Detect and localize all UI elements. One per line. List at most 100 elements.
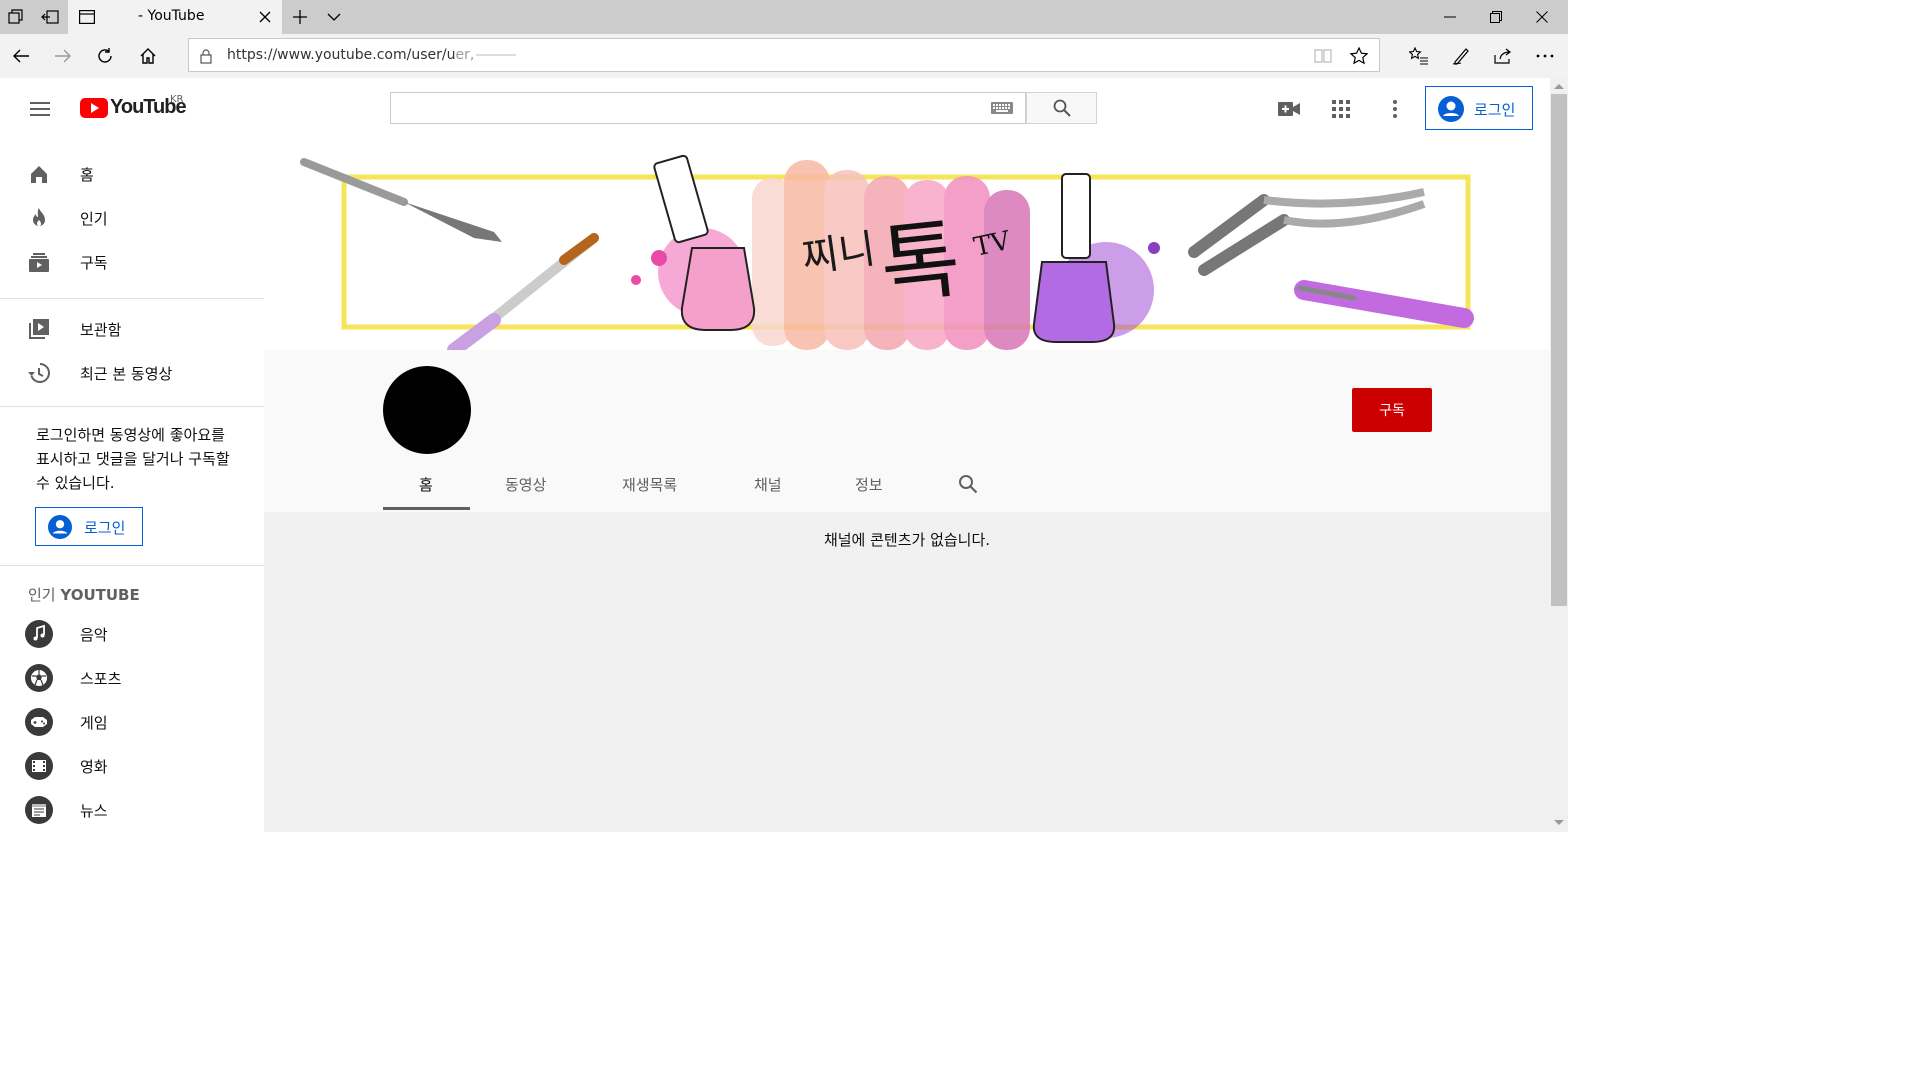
sidebar-item-library[interactable]: 보관함	[0, 307, 264, 351]
movies-icon	[25, 752, 53, 780]
favorites-list-icon[interactable]	[1408, 45, 1430, 67]
search-icon	[1053, 99, 1071, 117]
sidebar-item-subscriptions[interactable]: 구독	[0, 240, 264, 284]
popular-section-brand: YOUTUBE	[60, 586, 140, 604]
tab-videos[interactable]: 동영상	[490, 458, 586, 510]
sports-icon	[25, 664, 53, 692]
tab-home-label: 홈	[419, 476, 433, 494]
account-circle-icon	[1438, 96, 1464, 122]
music-icon	[25, 620, 53, 648]
tab-title: - YouTube	[138, 8, 205, 24]
search-button[interactable]	[1026, 92, 1097, 124]
address-field[interactable]: https://www.youtube.com/user/uer,	[188, 38, 1380, 72]
popular-section-prefix: 인기	[28, 586, 61, 604]
sidebar-item-music[interactable]: 음악	[0, 612, 264, 656]
banner-title-part-b: 톡	[876, 209, 965, 317]
more-ellipsis-icon[interactable]	[1534, 45, 1556, 67]
new-tab-icon[interactable]	[290, 7, 310, 27]
sidebar-item-label: 보관함	[80, 321, 122, 339]
sidebar-signin-button[interactable]: 로그인	[35, 507, 143, 546]
gaming-icon	[25, 708, 53, 736]
sidebar-item-sports[interactable]: 스포츠	[0, 656, 264, 700]
page-icon	[78, 8, 96, 26]
sidebar-item-label: 영화	[80, 758, 108, 776]
region-code: KR	[170, 94, 184, 105]
sidebar-divider	[0, 298, 264, 299]
settings-more-vertical-icon[interactable]	[1382, 96, 1408, 122]
home-icon	[31, 166, 47, 183]
browser-address-bar: https://www.youtube.com/user/uer,	[0, 34, 1568, 79]
create-video-icon[interactable]	[1276, 96, 1302, 122]
tab-home[interactable]: 홈	[383, 458, 470, 510]
lock-icon	[197, 47, 215, 65]
subscribe-button[interactable]: 구독	[1352, 388, 1432, 432]
channel-avatar[interactable]	[383, 366, 471, 454]
masthead-signin-button[interactable]: 로그인	[1425, 86, 1533, 130]
forward-arrow-icon[interactable]	[52, 45, 74, 67]
sidebar-item-label: 구독	[80, 254, 108, 272]
fire-icon	[33, 208, 45, 226]
back-arrow-icon[interactable]	[10, 45, 32, 67]
sidebar-item-label: 인기	[80, 210, 108, 228]
keyboard-icon[interactable]	[991, 101, 1013, 115]
reading-view-icon[interactable]	[1313, 47, 1333, 65]
signin-prompt-text: 로그인하면 동영상에 좋아요를 표시하고 댓글을 달거나 구독할 수 있습니다.	[36, 426, 230, 492]
subscriptions-icon	[29, 253, 49, 272]
apps-grid-icon[interactable]	[1328, 96, 1354, 122]
news-icon	[25, 796, 53, 824]
sidebar-item-trending[interactable]: 인기	[0, 196, 264, 240]
notes-pen-icon[interactable]	[1450, 45, 1472, 67]
scrollbar-thumb[interactable]	[1551, 94, 1567, 606]
sidebar-item-label: 뉴스	[80, 802, 108, 820]
scroll-down-arrow-icon[interactable]	[1553, 818, 1565, 828]
favorite-star-icon[interactable]	[1349, 46, 1369, 66]
url-redacted	[476, 54, 517, 56]
refresh-icon[interactable]	[94, 45, 116, 67]
home-page-icon[interactable]	[137, 45, 159, 67]
tab-channels-label: 채널	[754, 476, 782, 494]
scroll-up-arrow-icon[interactable]	[1553, 81, 1565, 91]
restore-tabs-icon[interactable]	[40, 7, 60, 27]
tab-about-label: 정보	[855, 476, 883, 494]
channel-banner-art: 찌니 톡 TV	[300, 154, 1474, 350]
sidebar-signin-label: 로그인	[84, 519, 126, 537]
sidebar-item-label: 홈	[80, 166, 94, 184]
url-text: https://www.youtube.com/user/uer,	[227, 47, 517, 63]
browser-tab-active[interactable]: - YouTube	[68, 0, 282, 34]
guide-menu-icon[interactable]	[28, 98, 52, 120]
account-circle-icon	[48, 515, 72, 539]
tab-preview-chevron-down-icon[interactable]	[324, 7, 344, 27]
share-icon[interactable]	[1492, 45, 1514, 67]
masthead-signin-label: 로그인	[1474, 101, 1516, 119]
sidebar-item-gaming[interactable]: 게임	[0, 700, 264, 744]
tab-playlists-label: 재생목록	[622, 476, 678, 494]
library-icon	[29, 319, 49, 339]
sidebar-item-history[interactable]: 최근 본 동영상	[0, 351, 264, 395]
tab-videos-label: 동영상	[505, 476, 547, 494]
page-scrollbar[interactable]	[1550, 78, 1568, 832]
sidebar-item-movies[interactable]: 영화	[0, 744, 264, 788]
tab-channels[interactable]: 채널	[734, 458, 804, 510]
channel-banner: 찌니 톡 TV	[264, 140, 1550, 350]
tab-about[interactable]: 정보	[836, 458, 906, 510]
active-tab-indicator	[383, 507, 470, 510]
tab-set-aside-icon[interactable]	[6, 7, 26, 27]
browser-tab-bar: - YouTube	[0, 0, 1568, 34]
restore-window-icon[interactable]	[1486, 7, 1506, 27]
sidebar-item-label: 스포츠	[80, 670, 122, 688]
youtube-play-logo-icon	[80, 98, 108, 118]
close-tab-icon[interactable]	[256, 8, 274, 26]
channel-search-icon[interactable]	[956, 472, 980, 496]
history-icon	[28, 363, 50, 383]
tab-playlists[interactable]: 재생목록	[606, 458, 702, 510]
youtube-masthead: YouTube KR 로그인	[0, 78, 1550, 140]
close-window-icon[interactable]	[1532, 7, 1552, 27]
sidebar-divider	[0, 565, 264, 566]
subscribe-label: 구독	[1379, 403, 1405, 419]
guide-sidebar: 홈 인기 구독 보관함 최근 본 동영상 로그인하면 동영상에 좋아요를 표시하…	[0, 140, 264, 840]
sidebar-item-news[interactable]: 뉴스	[0, 788, 264, 832]
minimize-icon[interactable]	[1440, 7, 1460, 27]
search-input[interactable]	[390, 92, 1026, 124]
sidebar-item-label: 최근 본 동영상	[80, 365, 173, 383]
sidebar-item-home[interactable]: 홈	[0, 152, 264, 196]
